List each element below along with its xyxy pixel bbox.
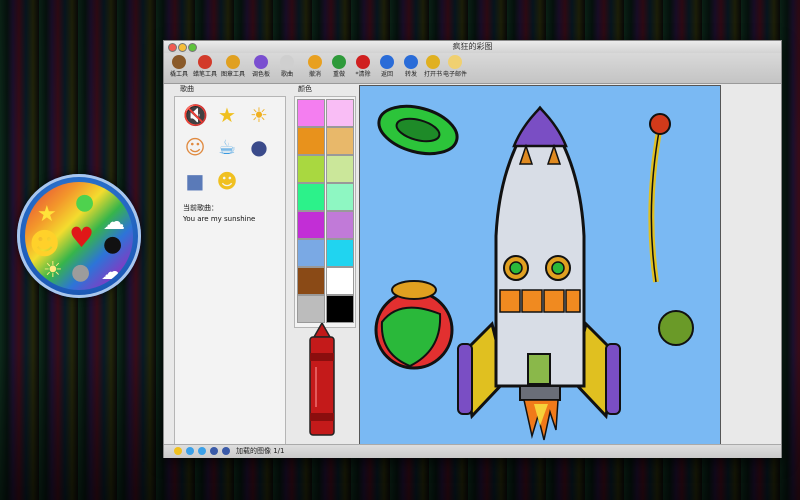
toolbar: 橇工具 蜡笔工具 图章工具 调色板 歌曲 撤消 重做 *清除 返回 转发 打开书 电子邮件 bbox=[164, 53, 781, 84]
rocket-coloring-picture[interactable] bbox=[360, 86, 720, 446]
back-button[interactable]: 返回 bbox=[374, 55, 400, 82]
title-bar[interactable]: 疯狂的彩图 bbox=[164, 41, 781, 53]
palette-icon bbox=[254, 55, 268, 69]
songs-box: 🔇 ★ ☀ ☺ ☕ ● ■ ☻ 当前歌曲： You are my sunshine bbox=[174, 96, 286, 445]
drawing-canvas[interactable] bbox=[359, 85, 721, 447]
email-button[interactable]: 电子邮件 bbox=[442, 55, 468, 82]
selected-crayon bbox=[294, 321, 354, 441]
teapot-icon[interactable]: ☕ bbox=[215, 135, 239, 159]
color-swatch-12[interactable] bbox=[326, 239, 354, 267]
music-icon bbox=[280, 55, 294, 69]
undo-label: 撤消 bbox=[308, 71, 321, 78]
smiley-icon: ☻ bbox=[29, 227, 61, 262]
smiley-icon[interactable]: ☻ bbox=[215, 169, 239, 193]
star-icon[interactable]: ★ bbox=[215, 103, 239, 127]
stamp-icon bbox=[226, 55, 240, 69]
clear-button[interactable]: *清除 bbox=[350, 55, 376, 82]
app-badge-art: ★ ● ☁ ☻ ♥ ● ☀ ● ☁ bbox=[25, 182, 133, 290]
color-swatch-8[interactable] bbox=[326, 183, 354, 211]
crayon-tool-label: 蜡笔工具 bbox=[192, 71, 217, 78]
star-share-icon[interactable] bbox=[174, 447, 182, 455]
color-swatch-11[interactable] bbox=[297, 239, 325, 267]
current-song-name: You are my sunshine bbox=[183, 215, 256, 223]
brush-tool-label: 橇工具 bbox=[169, 71, 188, 78]
app-window: 疯狂的彩图 橇工具 蜡笔工具 图章工具 调色板 歌曲 撤消 重做 *清除 返回 转发 打开书 电子邮件… bbox=[163, 40, 782, 458]
penguin-icon: ● bbox=[103, 232, 123, 257]
status-text: 加载的图像 1/1 bbox=[236, 447, 285, 455]
mute-speaker-icon[interactable]: 🔇 bbox=[183, 103, 208, 127]
undo-icon bbox=[308, 55, 322, 69]
back-arrow-icon bbox=[380, 55, 394, 69]
color-swatch-grid bbox=[294, 96, 356, 328]
twitter-bird-icon[interactable] bbox=[186, 447, 194, 455]
crayon-tool-button[interactable]: 蜡笔工具 bbox=[192, 55, 218, 82]
color-swatch-7[interactable] bbox=[297, 183, 325, 211]
cloud-icon: ☁ bbox=[101, 260, 123, 285]
alien-head-icon: ● bbox=[71, 260, 91, 285]
color-swatch-1[interactable] bbox=[297, 99, 325, 127]
colors-panel: 颜色 bbox=[294, 85, 356, 441]
redo-label: 重做 bbox=[332, 71, 345, 78]
heart-icon: ♥ bbox=[69, 221, 95, 254]
back-label: 返回 bbox=[380, 71, 393, 78]
music-button[interactable]: 歌曲 bbox=[274, 55, 300, 82]
redo-icon bbox=[332, 55, 346, 69]
color-swatch-5[interactable] bbox=[297, 155, 325, 183]
person-icon[interactable]: ☺ bbox=[183, 135, 207, 159]
like-icon[interactable] bbox=[222, 447, 230, 455]
alien-icon: ● bbox=[75, 190, 95, 215]
email-label: 电子邮件 bbox=[442, 71, 467, 78]
status-bar: 加载的图像 1/1 bbox=[164, 444, 781, 458]
music-label: 歌曲 bbox=[280, 71, 293, 78]
facebook-icon[interactable] bbox=[210, 447, 218, 455]
mouse-icon[interactable]: ● bbox=[247, 135, 271, 159]
cow-icon[interactable]: ■ bbox=[183, 169, 207, 193]
sun-cloud-icon[interactable]: ☀ bbox=[247, 103, 271, 127]
window-title: 疯狂的彩图 bbox=[452, 42, 493, 51]
redo-button[interactable]: 重做 bbox=[326, 55, 352, 82]
color-swatch-9[interactable] bbox=[297, 211, 325, 239]
clear-label: *清除 bbox=[355, 71, 371, 78]
color-swatch-14[interactable] bbox=[326, 267, 354, 295]
color-swatch-16[interactable] bbox=[326, 295, 354, 323]
undo-button[interactable]: 撤消 bbox=[302, 55, 328, 82]
stamp-tool-button[interactable]: 图章工具 bbox=[220, 55, 246, 82]
forward-arrow-icon bbox=[404, 55, 418, 69]
current-song-label: 当前歌曲： bbox=[183, 204, 218, 212]
color-swatch-4[interactable] bbox=[326, 127, 354, 155]
color-swatch-2[interactable] bbox=[326, 99, 354, 127]
app-badge: ★ ● ☁ ☻ ♥ ● ☀ ● ☁ bbox=[17, 174, 141, 298]
color-swatch-15[interactable] bbox=[297, 295, 325, 323]
color-swatch-3[interactable] bbox=[297, 127, 325, 155]
stamp-tool-label: 图章工具 bbox=[220, 71, 245, 78]
colors-title: 颜色 bbox=[298, 85, 312, 93]
twitter-bird-icon-2[interactable] bbox=[198, 447, 206, 455]
color-swatch-10[interactable] bbox=[326, 211, 354, 239]
palette-label: 调色板 bbox=[251, 71, 270, 78]
star-icon: ★ bbox=[37, 202, 57, 227]
clear-icon bbox=[356, 55, 370, 69]
color-swatch-13[interactable] bbox=[297, 267, 325, 295]
palette-button[interactable]: 调色板 bbox=[248, 55, 274, 82]
mail-icon bbox=[448, 55, 462, 69]
songs-panel: 歌曲 🔇 ★ ☀ ☺ ☕ ● ■ ☻ 当前歌曲： You are my sunshine bbox=[174, 85, 286, 445]
brush-icon bbox=[172, 55, 186, 69]
color-swatch-6[interactable] bbox=[326, 155, 354, 183]
crayons-icon bbox=[198, 55, 212, 69]
sun-cloud-icon: ☀ bbox=[43, 258, 63, 283]
songs-title: 歌曲 bbox=[180, 85, 194, 93]
brush-tool-button[interactable]: 橇工具 bbox=[166, 55, 192, 82]
book-icon bbox=[426, 55, 440, 69]
cloud-icon: ☁ bbox=[103, 210, 125, 235]
